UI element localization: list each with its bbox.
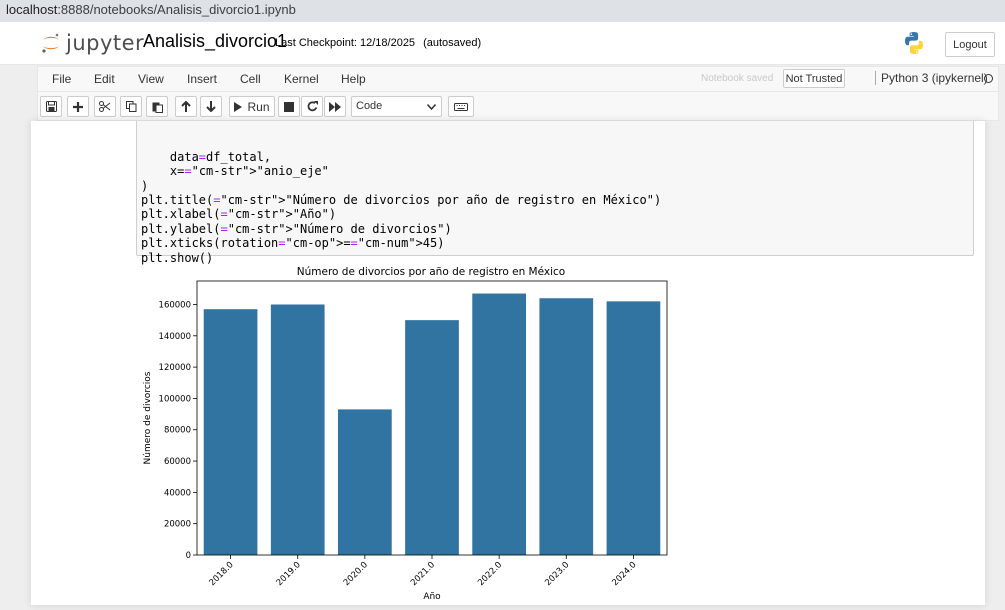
bar-2020.0 xyxy=(338,409,392,555)
y-axis-label: Número de divorcios xyxy=(143,371,153,464)
url-text[interactable]: localhost:8888/notebooks/Analisis_divorc… xyxy=(6,2,296,17)
x-tick-label: 2020.0 xyxy=(342,560,370,588)
code-line: data=df_total, xyxy=(141,149,272,164)
arrow-up-icon xyxy=(181,101,191,112)
stop-icon xyxy=(284,101,294,112)
code-line: plt.title(="cm-str">"Número de divorcios… xyxy=(141,193,662,208)
y-tick-label: 60000 xyxy=(164,457,191,467)
paste-icon xyxy=(152,102,163,113)
code-line: x=="cm-str">"anio_eje" xyxy=(141,164,329,179)
menu-edit[interactable]: Edit xyxy=(94,72,115,86)
jupyter-logo[interactable]: jupyter xyxy=(40,30,144,58)
menu-file[interactable]: File xyxy=(52,72,71,86)
chevron-down-icon xyxy=(427,104,436,110)
menubar: File Edit View Insert Cell Kernel Help N… xyxy=(37,66,999,91)
command-palette-button[interactable] xyxy=(448,96,474,117)
jupyter-wordmark: jupyter xyxy=(66,31,145,55)
x-axis-label: Año xyxy=(423,592,441,602)
toolbar: Run Code xyxy=(37,91,999,121)
save-icon xyxy=(45,101,57,112)
bar-2023.0 xyxy=(539,298,594,555)
y-tick-label: 80000 xyxy=(164,426,191,436)
cut-icon xyxy=(99,101,111,112)
keyboard-icon xyxy=(454,102,468,111)
bar-2019.0 xyxy=(270,304,325,555)
save-button[interactable] xyxy=(40,96,62,117)
copy-icon xyxy=(125,101,136,112)
y-tick-label: 140000 xyxy=(159,332,191,342)
bar-2022.0 xyxy=(472,293,526,555)
arrow-down-icon xyxy=(206,101,216,112)
paste-button[interactable] xyxy=(146,96,168,117)
python-logo-icon xyxy=(905,32,923,54)
x-tick-label: 2023.0 xyxy=(543,560,571,588)
checkpoint-status: Last Checkpoint: 12/18/2025 (autosaved) xyxy=(275,37,482,49)
bar-2021.0 xyxy=(405,320,459,555)
restart-run-all-button[interactable] xyxy=(324,96,346,117)
notebook-container: data=df_total, x=="cm-str">"anio_eje") pl… xyxy=(31,121,985,605)
x-tick-label: 2024.0 xyxy=(610,560,638,588)
kernel-idle-icon xyxy=(984,74,993,83)
y-tick-label: 20000 xyxy=(164,520,191,530)
code-line: ) xyxy=(141,178,149,193)
code-line: plt.xlabel(="cm-str">"Año") xyxy=(141,207,337,222)
cell-type-select[interactable]: Code xyxy=(351,96,442,117)
notebook-header: jupyter Analisis_divorcio1 Last Checkpoi… xyxy=(0,22,1005,65)
bar-2024.0 xyxy=(606,301,661,555)
menu-view[interactable]: View xyxy=(138,72,164,86)
y-tick-label: 120000 xyxy=(159,363,191,373)
browser-address-bar[interactable]: localhost:8888/notebooks/Analisis_divorc… xyxy=(0,0,1005,22)
interrupt-kernel-button[interactable] xyxy=(278,96,300,117)
code-line: plt.xticks(rotation="cm-op">=="cm-num">4… xyxy=(141,236,445,251)
code-line: plt.ylabel(="cm-str">"Número de divorcio… xyxy=(141,221,452,236)
code-lines: data=df_total, x=="cm-str">"anio_eje") pl… xyxy=(141,150,661,265)
kernel-indicator[interactable]: Python 3 (ipykernel) xyxy=(875,71,988,85)
menu-cell[interactable]: Cell xyxy=(240,72,261,86)
notebook-saved-indicator: Notebook saved xyxy=(701,73,774,84)
move-down-button[interactable] xyxy=(200,96,222,117)
x-tick-label: 2021.0 xyxy=(409,560,437,588)
code-cell[interactable]: data=df_total, x=="cm-str">"anio_eje") pl… xyxy=(136,121,974,265)
bar-2018.0 xyxy=(203,309,258,555)
run-label: Run xyxy=(247,99,270,114)
menu-help[interactable]: Help xyxy=(341,72,366,86)
y-tick-label: 100000 xyxy=(159,394,191,404)
cell-type-value: Code xyxy=(356,100,383,112)
x-tick-label: 2018.0 xyxy=(208,560,236,588)
jupyter-logo-icon xyxy=(42,33,59,53)
plus-icon xyxy=(73,101,83,112)
y-tick-label: 0 xyxy=(186,551,191,561)
restart-kernel-button[interactable] xyxy=(301,96,323,117)
run-button[interactable]: Run xyxy=(229,96,275,117)
logout-button[interactable]: Logout xyxy=(945,32,995,57)
move-up-button[interactable] xyxy=(175,96,197,117)
not-trusted-button[interactable]: Not Trusted xyxy=(783,69,845,88)
menu-kernel[interactable]: Kernel xyxy=(284,72,319,86)
insert-cell-button[interactable] xyxy=(67,96,89,117)
y-tick-label: 160000 xyxy=(159,300,191,310)
y-tick-label: 40000 xyxy=(164,488,191,498)
cut-button[interactable] xyxy=(94,96,116,117)
menu-insert[interactable]: Insert xyxy=(187,72,217,86)
output-area: Número de divorcios por año de registro … xyxy=(136,259,684,605)
x-tick-label: 2022.0 xyxy=(476,560,504,588)
notebook-name[interactable]: Analisis_divorcio1 xyxy=(143,31,287,52)
x-tick-label: 2019.0 xyxy=(275,560,303,588)
chart-title: Número de divorcios por año de registro … xyxy=(297,266,565,278)
copy-button[interactable] xyxy=(120,96,142,117)
fast-forward-icon xyxy=(329,101,341,112)
bar-chart: Número de divorcios por año de registro … xyxy=(143,266,668,602)
play-icon xyxy=(234,101,243,112)
restart-icon xyxy=(307,101,318,112)
